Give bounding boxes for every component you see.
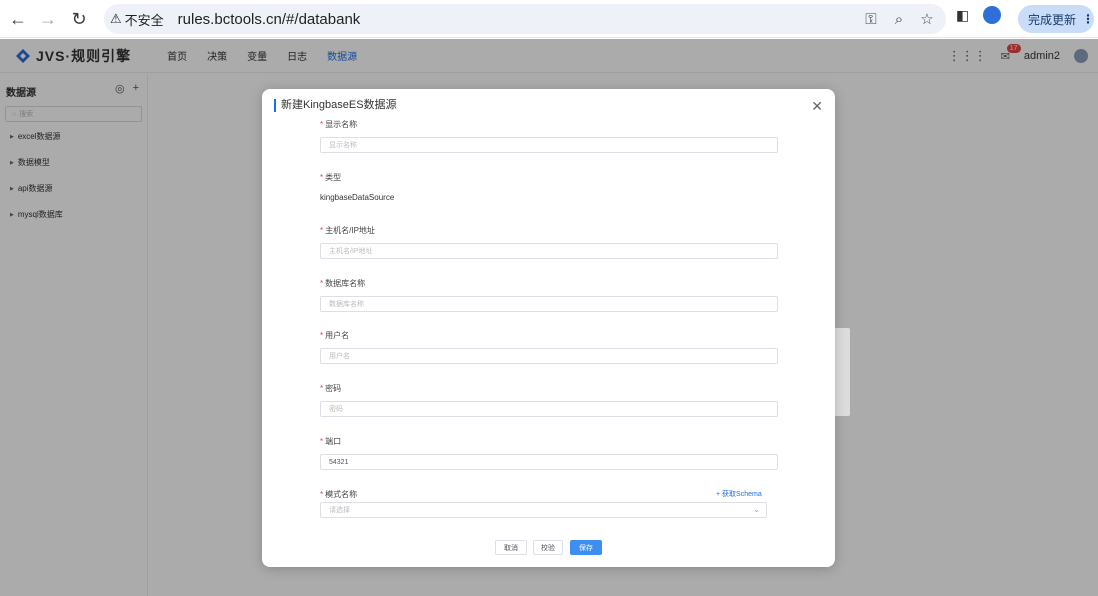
cancel-button[interactable]: 取消 [495,540,527,555]
get-schema-button[interactable]: + 获取Schema [716,489,762,499]
more-menu-icon: ⋮ [1082,12,1094,26]
schema-select[interactable]: 请选择 ⌄ [320,502,767,518]
password-label: * 密码 [320,384,342,393]
save-button[interactable]: 保存 [570,540,602,555]
display-name-input[interactable]: 显示名称 [320,137,778,153]
port-label: * 端口 [320,437,342,446]
password-key-icon[interactable]: ⚿ [862,11,880,28]
forward-icon[interactable]: → [34,5,62,33]
profile-icon[interactable] [983,6,1002,24]
address-bar[interactable]: ⚠ 不安全 rules.bctools.cn/#/databank ⚿ ⌕ ☆ [104,4,946,34]
dialog-title: 新建KingbaseES数据源 [274,99,397,112]
schema-label: * 模式名称 [320,490,358,499]
port-input[interactable]: 54321 [320,454,778,470]
type-value: kingbaseDataSource [320,193,395,202]
chevron-down-icon: ⌄ [753,505,760,514]
database-input[interactable]: 数据库名称 [320,296,778,312]
new-datasource-dialog: 新建KingbaseES数据源 ✕ * 显示名称 显示名称 * 类型 kingbas… [262,89,835,567]
bookmark-star-icon[interactable]: ☆ [918,10,936,28]
security-warning[interactable]: ⚠ 不安全 [110,10,164,29]
display-name-label: * 显示名称 [320,120,358,129]
username-input[interactable]: 用户名 [320,348,778,364]
update-button[interactable]: 完成更新 ⋮ [1018,5,1094,33]
check-button[interactable]: 校验 [533,540,563,555]
type-label: * 类型 [320,173,342,182]
host-input[interactable]: 主机名/IP地址 [320,243,778,259]
zoom-icon[interactable]: ⌕ [890,11,908,28]
host-label: * 主机名/IP地址 [320,226,375,235]
side-panel-icon[interactable]: ◧ [956,7,969,24]
close-icon[interactable]: ✕ [811,98,823,115]
warning-icon: ⚠ [110,11,122,26]
browser-toolbar: ← → ↻ ⚠ 不安全 rules.bctools.cn/#/databank … [0,0,1098,38]
back-icon[interactable]: ← [4,5,32,33]
url-text[interactable]: rules.bctools.cn/#/databank [178,11,361,28]
reload-icon[interactable]: ↻ [65,5,93,33]
database-label: * 数据库名称 [320,279,366,288]
password-input[interactable]: 密码 [320,401,778,417]
username-label: * 用户名 [320,331,350,340]
